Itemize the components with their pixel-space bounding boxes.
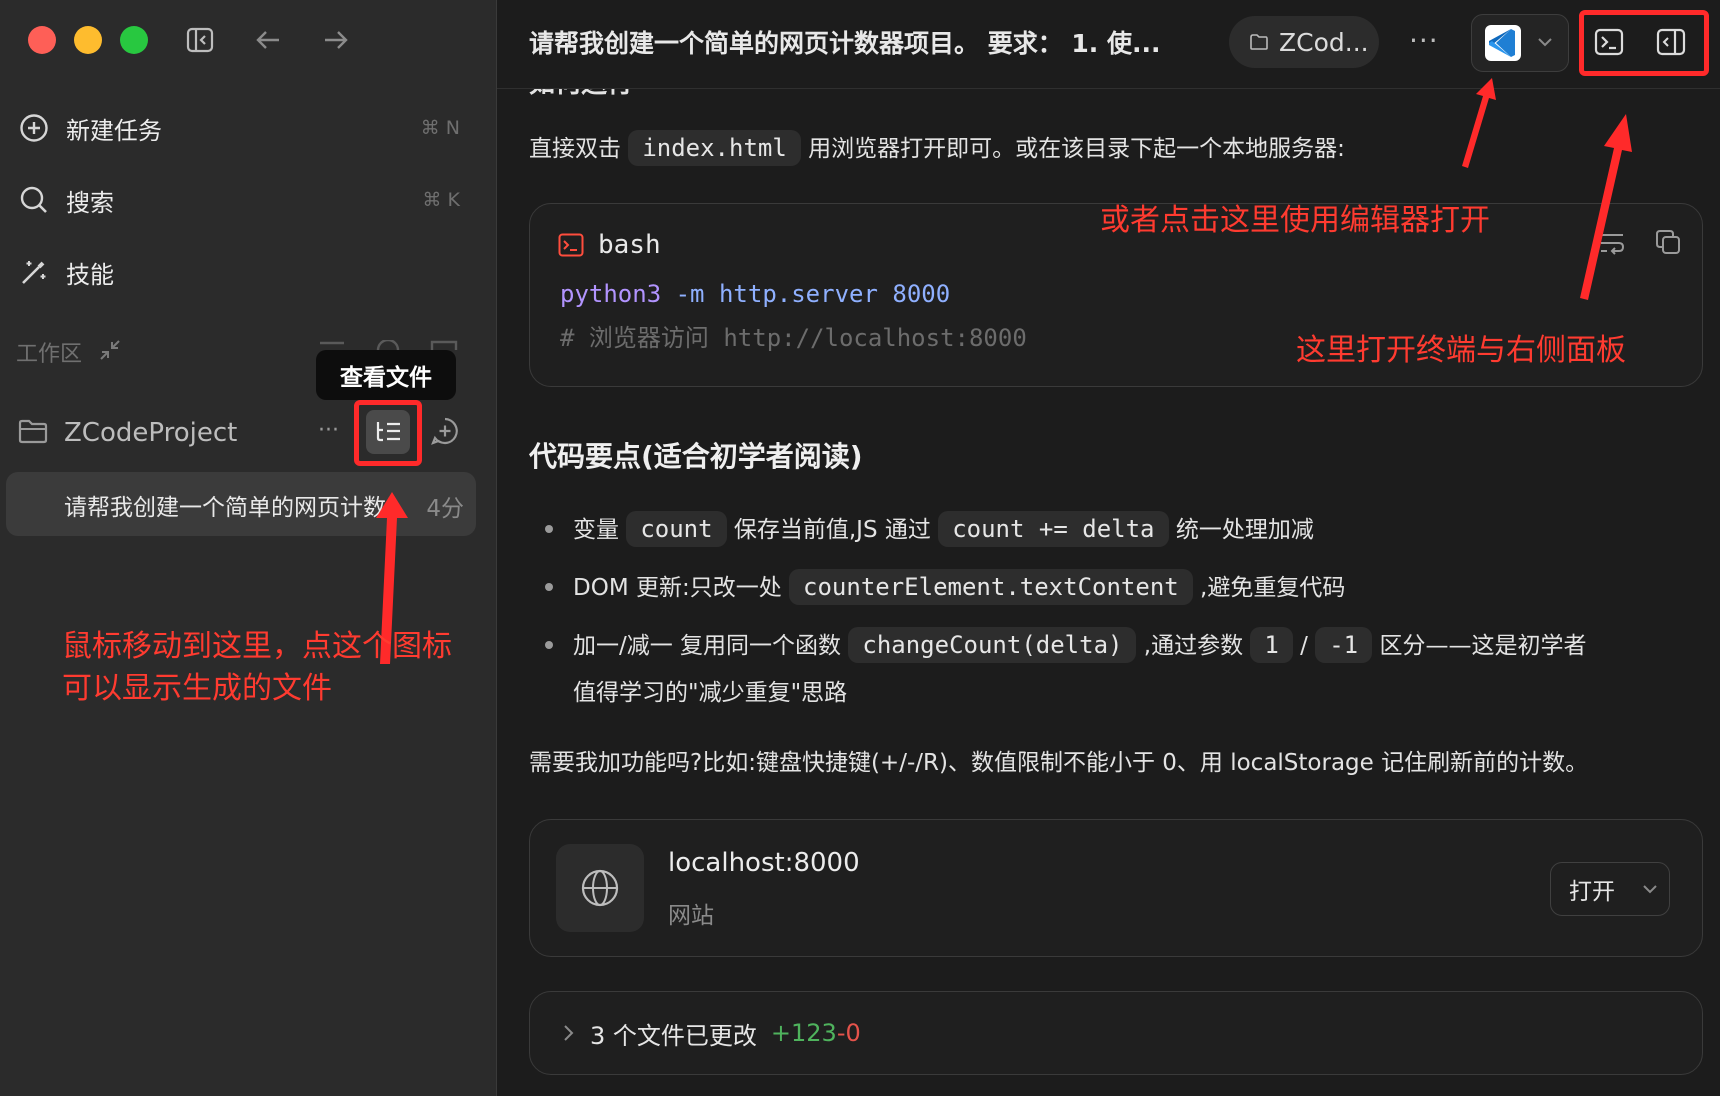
section-title: 代码要点(适合初学者阅读) [529, 440, 863, 473]
project-more-icon[interactable]: ··· [318, 418, 339, 443]
add-task-icon[interactable] [430, 416, 460, 450]
open-in-editor-button[interactable] [1471, 14, 1569, 72]
view-files-tooltip: 查看文件 [316, 350, 456, 400]
text: ,避免重复代码 [1200, 575, 1346, 601]
sidebar-item-skills[interactable]: 技能 [16, 246, 464, 298]
inline-code: index.html [628, 130, 801, 166]
site-url: localhost:8000 [668, 848, 860, 878]
annotation-arrow [1580, 114, 1632, 300]
list-item: 变量 count 保存当前值,JS 通过 count += delta 统一处理… [573, 509, 1314, 550]
text: 直接双击 [529, 136, 621, 162]
terminal-icon [558, 233, 584, 257]
minimize-window-button[interactable] [74, 26, 102, 54]
code-token: 8000 [892, 280, 951, 308]
changed-files-summary[interactable]: 3 个文件已更改 +123 -0 [529, 991, 1703, 1075]
annotation-arrow [1462, 78, 1496, 168]
run-heading: 如何运行 [529, 89, 633, 100]
text: / [1300, 633, 1308, 659]
sidebar-item-new-task[interactable]: 新建任务 ⌘ N [16, 102, 464, 154]
inline-code: count [626, 511, 727, 547]
open-label: 打开 [1569, 879, 1615, 905]
list-item: DOM 更新:只改一处 counterElement.textContent ,… [573, 567, 1345, 608]
toggle-sidebar-icon[interactable] [180, 20, 220, 60]
follow-up-question: 需要我加功能吗?比如:键盘快捷键(+/-/R)、数值限制不能小于 0、用 loc… [529, 750, 1589, 776]
folder-icon [18, 418, 48, 448]
annotation-text: 鼠标移动到这里，点这个图标 可以显示生成的文件 [62, 626, 452, 710]
code-token: -m [675, 280, 705, 308]
annotation-line: 可以显示生成的文件 [62, 671, 332, 706]
changed-files-label: 3 个文件已更改 [590, 1021, 757, 1050]
text: 保存当前值,JS 通过 [733, 517, 931, 543]
inline-code: counterElement.textContent [789, 569, 1193, 605]
folder-icon [1250, 34, 1268, 50]
chat-header: 请帮我创建一个简单的网页计数器项目。 要求： 1. 使... ZCod... ·… [497, 0, 1720, 89]
more-options-icon[interactable]: ··· [1409, 24, 1439, 57]
lines-removed: -0 [836, 1019, 861, 1047]
run-instructions: 直接双击 index.html 用浏览器打开即可。或在该目录下起一个本地服务器: [529, 129, 1345, 166]
code-line: python3 -m http.server 8000 [560, 280, 950, 308]
lines-added: +123 [770, 1019, 837, 1047]
search-icon [16, 182, 52, 218]
back-arrow-icon[interactable] [248, 20, 288, 60]
text: 统一处理加减 [1175, 517, 1314, 543]
chevron-down-icon [1538, 38, 1552, 47]
text: 区分——这是初学者 [1379, 633, 1587, 659]
folder-chip[interactable]: ZCod... [1229, 16, 1379, 68]
code-token: http.server [718, 280, 878, 308]
list-item-continuation: 值得学习的"减少重复"思路 [573, 680, 848, 706]
sidebar-item-search[interactable]: 搜索 ⌘ K [16, 174, 464, 226]
code-comment: # 浏览器访问 http://localhost:8000 [560, 324, 1027, 352]
copy-icon[interactable] [1654, 228, 1682, 260]
close-window-button[interactable] [28, 26, 56, 54]
text: 加一/减一 复用同一个函数 [573, 633, 842, 659]
sidebar-item-label: 搜索 [66, 188, 114, 217]
site-type: 网站 [668, 903, 714, 929]
list-item: 加一/减一 复用同一个函数 changeCount(delta) ,通过参数 1… [573, 625, 1586, 666]
sidebar-item-label: 新建任务 [66, 116, 162, 145]
site-preview-card[interactable]: localhost:8000 网站 打开 [529, 819, 1703, 957]
text: 用浏览器打开即可。或在该目录下起一个本地服务器: [808, 136, 1345, 162]
shortcut-hint: ⌘ K [422, 189, 461, 211]
bullet-dot [545, 641, 553, 649]
annotation-text: 这里打开终端与右侧面板 [1296, 333, 1626, 368]
code-token: python3 [560, 280, 662, 308]
task-age: 4分 [426, 496, 464, 522]
annotation-line: 鼠标移动到这里，点这个图标 [62, 629, 452, 664]
text: DOM 更新:只改一处 [573, 575, 782, 601]
highlight-box [354, 400, 422, 466]
app-window: 新建任务 ⌘ N 搜索 ⌘ K 技能 工作区 查看文件 ZCodeProject… [0, 0, 1720, 1096]
plus-circle-icon [16, 110, 52, 146]
sidebar: 新建任务 ⌘ N 搜索 ⌘ K 技能 工作区 查看文件 ZCodeProject… [0, 0, 497, 1096]
inline-code: count += delta [938, 511, 1169, 547]
maximize-window-button[interactable] [120, 26, 148, 54]
inline-code: -1 [1315, 627, 1373, 663]
chevron-down-icon [1643, 885, 1657, 894]
conversation-title: 请帮我创建一个简单的网页计数器项目。 要求： 1. 使... [529, 29, 1161, 58]
inline-code: 1 [1250, 627, 1293, 663]
task-title: 请帮我创建一个简单的网页计数器项目 [64, 495, 394, 521]
text: ,通过参数 [1143, 633, 1244, 659]
globe-icon [556, 844, 644, 932]
code-block-header: bash [558, 230, 661, 260]
bullet-dot [545, 583, 553, 591]
text: 变量 [573, 517, 619, 543]
annotation-text: 或者点击这里使用编辑器打开 [1100, 203, 1490, 238]
forward-arrow-icon[interactable] [316, 20, 356, 60]
sidebar-item-label: 技能 [66, 260, 114, 289]
workspace-label: 工作区 [16, 342, 83, 367]
inline-code: changeCount(delta) [848, 627, 1137, 663]
code-language: bash [598, 230, 661, 260]
collapse-icon[interactable] [98, 338, 122, 366]
open-site-button[interactable]: 打开 [1550, 862, 1670, 916]
folder-chip-label: ZCod... [1279, 27, 1369, 57]
chevron-right-icon [564, 1025, 574, 1041]
vscode-icon [1485, 25, 1521, 61]
highlight-box [1579, 10, 1709, 76]
magic-wand-icon [16, 254, 52, 290]
project-name: ZCodeProject [64, 418, 238, 448]
shortcut-hint: ⌘ N [420, 117, 460, 139]
bullet-dot [545, 525, 553, 533]
